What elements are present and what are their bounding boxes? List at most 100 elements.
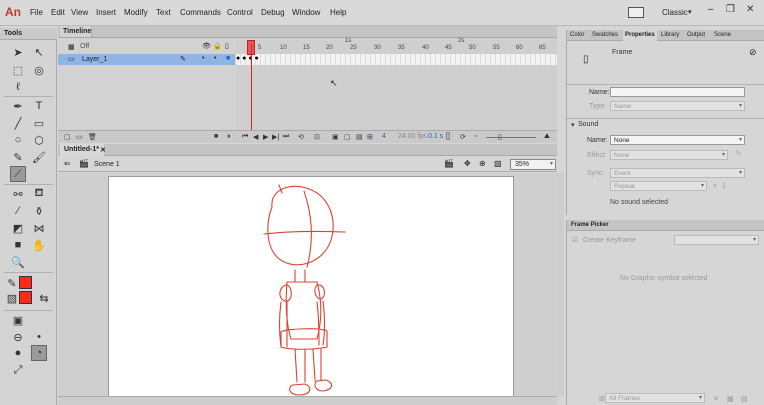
name-field[interactable] [610,87,745,97]
center-frame-icon[interactable]: ⊡ [314,133,320,141]
menu-modify[interactable]: Modify [124,8,148,17]
menu-insert[interactable]: Insert [96,8,116,17]
swap-colors-icon[interactable]: ⇆ [36,290,52,306]
edit-multiple-icon[interactable]: ▤ [356,133,363,141]
show-hide-all-icon[interactable]: 👁 [202,42,211,50]
sync-settings-icon[interactable] [628,7,644,18]
line-tool-icon[interactable]: ╱ [10,115,26,131]
tab-properties[interactable]: Properties [625,32,655,38]
pencil-tool-icon[interactable]: ✎ [10,149,26,165]
eyedropper-tool-icon[interactable]: ⁄ [10,203,26,219]
first-frame-icon[interactable]: ⏮ [242,133,248,141]
workspace-label[interactable]: Classic [662,8,688,17]
step-forward-icon[interactable]: ▶| [272,133,279,141]
menu-help[interactable]: Help [330,8,346,17]
sound-name-value[interactable]: None [614,137,630,144]
bone-tool-icon[interactable]: ⚯ [10,186,26,202]
step-back-icon[interactable]: ◀ [253,133,258,141]
tab-frame-picker[interactable]: Frame Picker [571,222,609,228]
zoom-select[interactable]: 35% ▾ [510,159,556,170]
selection-tool-icon[interactable]: ➤ [10,44,26,60]
timeline-sync-icon[interactable]: ⟳ [460,133,466,141]
lasso-tool-icon[interactable]: ℓ [10,79,26,95]
object-drawing-icon[interactable]: ▣ [10,312,26,328]
layer-name[interactable]: Layer_1 [82,56,107,63]
rectangle-tool-icon[interactable]: ▭ [31,115,47,131]
keyframe-dots[interactable]: ● ● ● ● [236,55,259,62]
layer-visible-dot[interactable]: • [202,55,204,62]
tab-output[interactable]: Output [687,32,705,38]
brush-size-icon[interactable]: ● [10,345,26,361]
paint-bucket-tool-icon[interactable]: ⛾ [31,186,47,202]
camera-tool-icon[interactable]: ■ [10,237,26,253]
smooth-icon[interactable]: ⤢ [10,362,26,378]
new-layer-icon[interactable]: ▢ [64,133,71,141]
polystar-tool-icon[interactable]: ⬡ [31,132,47,148]
subselection-tool-icon[interactable]: ↖ [31,44,47,60]
zoom-tool-icon[interactable]: 🔍 [10,254,26,270]
fill-color-swatch[interactable] [19,291,32,304]
zoom-value[interactable]: 35% [515,161,529,168]
expand-icon[interactable]: ⛰ [544,133,550,141]
tab-timeline[interactable]: Timeline [60,26,92,37]
brackets-icon[interactable]: [] [446,133,450,140]
tab-scene[interactable]: Scene [714,32,731,38]
clip-icon[interactable]: ▧ [494,159,502,168]
3d-rotation-tool-icon[interactable]: ◎ [31,62,47,78]
chevron-down-icon[interactable]: ▾ [688,8,692,16]
restore-icon[interactable]: ❐ [726,4,735,15]
layer-row[interactable]: ▭ Layer_1 ✎ • • ■ [58,54,235,65]
eraser-tool-icon[interactable]: ◩ [10,220,26,236]
layer-outline-box[interactable]: ■ [226,55,230,62]
minimize-icon[interactable]: – [708,4,714,15]
new-folder-icon[interactable]: ▭ [76,133,83,141]
fps-value[interactable]: 24.00 fps [398,133,427,140]
paintbrush-tool-icon[interactable]: 🖌 [31,149,47,165]
sound-name-select[interactable]: None ▾ [610,135,745,145]
zoom-slider-thumb[interactable]: ▯ [498,133,502,141]
text-tool-icon[interactable]: T [31,98,47,114]
zoom-slider-track[interactable] [486,137,536,138]
lock-all-icon[interactable]: 🔒 [213,42,222,50]
layer-lock-dot[interactable]: • [214,55,216,62]
center-stage-icon[interactable]: ⊕ [479,159,486,168]
layer-frame-strip[interactable]: ● ● ● ● [236,54,557,65]
menu-text[interactable]: Text [156,8,171,17]
dot-icon[interactable]: • [31,329,47,345]
tab-document[interactable]: Untitled-1* ✕ [60,144,106,156]
brush-tool-icon[interactable]: ⟋ [10,166,26,182]
menu-control[interactable]: Control [227,8,253,17]
edit-scene-icon[interactable]: 🎬 [444,159,454,168]
scene-label[interactable]: Scene 1 [94,161,120,168]
frames-area[interactable]: 1s 2s 5 10 15 20 25 30 35 40 45 50 55 60… [236,38,557,130]
ink-bottle-tool-icon[interactable]: ⚱ [31,203,47,219]
oval-tool-icon[interactable]: ○ [10,132,26,148]
lock-fill-icon[interactable]: ⊖ [10,329,26,345]
horizontal-scrollbar[interactable] [58,396,557,405]
brush-mode-icon[interactable]: ◔ [31,345,47,361]
width-tool-icon[interactable]: ⋈ [31,220,47,236]
last-frame-icon[interactable]: ⏭ [283,133,289,141]
menu-file[interactable]: File [30,8,43,17]
stage-canvas[interactable] [108,176,514,396]
help-icon[interactable]: ⊘ [749,47,757,58]
play-icon[interactable]: ▶ [263,133,268,141]
menu-debug[interactable]: Debug [261,8,285,17]
onion-skin-icon[interactable]: ▣ [332,133,339,141]
free-transform-tool-icon[interactable]: ⬚ [10,62,26,78]
elapsed-time-value[interactable]: 0.1 s [428,133,443,140]
onion-outline-icon[interactable]: ▢ [344,133,351,141]
sound-collapse-icon[interactable]: ▾ [571,121,575,129]
tab-color[interactable]: Color [570,32,584,38]
menu-view[interactable]: View [71,8,88,17]
stroke-color-swatch[interactable] [19,276,32,289]
close-icon[interactable]: ✕ [100,146,106,154]
hand-tool-icon[interactable]: ✋ [31,237,47,253]
dock-icon[interactable]: ⏸ [227,133,231,141]
delete-layer-icon[interactable]: 🗑 [88,133,97,141]
modify-markers-icon[interactable]: ⊞ [367,133,373,141]
loop-icon[interactable]: ⟲ [298,133,304,141]
document-title[interactable]: Untitled-1* [64,146,99,153]
close-icon[interactable]: ✕ [746,4,754,15]
edit-symbol-icon[interactable]: ✥ [464,159,471,168]
